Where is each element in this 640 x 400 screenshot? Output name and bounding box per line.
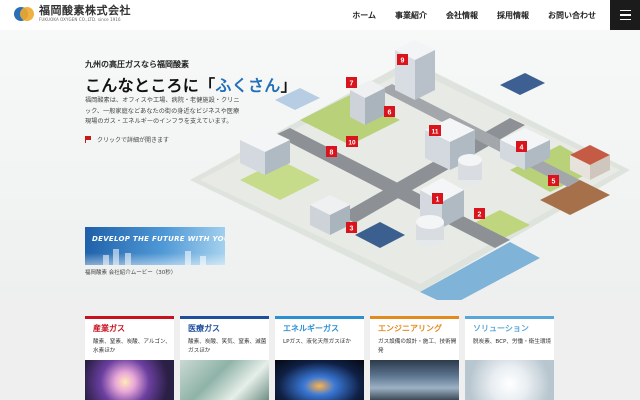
service-title: ソリューション bbox=[473, 324, 529, 333]
map-marker-10[interactable]: 10 bbox=[346, 136, 358, 147]
service-description: 酸素、窒素、炭酸、アルゴン、水素ほか bbox=[93, 339, 171, 354]
map-marker-1[interactable]: 1 bbox=[432, 193, 443, 204]
click-hint: クリックで詳細が開きます bbox=[85, 135, 169, 144]
logo-mark-icon bbox=[14, 6, 36, 21]
menu-line-icon bbox=[619, 18, 631, 20]
service-card-medical-gas[interactable]: 医療ガス 酸素、炭酸、笑気、窒素、滅菌ガスほか bbox=[180, 316, 269, 400]
map-marker-9[interactable]: 9 bbox=[397, 54, 408, 65]
map-marker-8[interactable]: 8 bbox=[326, 146, 337, 157]
video-caption: 福岡酸素 会社紹介ムービー（30秒） bbox=[85, 270, 177, 276]
logo-english-name: FUKUOKA OXYGEN CO.,LTD. since 1916 bbox=[39, 17, 121, 22]
service-description: LPガス、液化天然ガスほか bbox=[283, 339, 352, 345]
gas-flame-photo bbox=[275, 360, 364, 400]
services-section: 産業ガス 酸素、窒素、炭酸、アルゴン、水素ほか 医療ガス 酸素、炭酸、笑気、窒素… bbox=[0, 300, 640, 400]
flag-icon bbox=[85, 136, 91, 143]
service-title: 医療ガス bbox=[188, 324, 220, 333]
service-title: 産業ガス bbox=[93, 324, 125, 333]
video-thumbnail-text: DEVELOP THE FUTURE WITH YOU bbox=[92, 235, 225, 243]
map-marker-7[interactable]: 7 bbox=[346, 77, 357, 88]
map-marker-5[interactable]: 5 bbox=[548, 175, 559, 186]
click-hint-text: クリックで詳細が開きます bbox=[97, 137, 170, 144]
logo-name: 福岡酸素株式会社 bbox=[39, 4, 131, 17]
welding-sparks-photo bbox=[85, 360, 174, 400]
svg-text:3: 3 bbox=[350, 226, 354, 233]
map-marker-11[interactable]: 11 bbox=[429, 125, 441, 136]
dry-ice-photo bbox=[465, 360, 554, 400]
hero-section: 九州の高圧ガスなら福岡酸素 こんなところに「ふくさん」 福岡酸素は、オフィスや工… bbox=[0, 30, 640, 300]
svg-text:9: 9 bbox=[401, 58, 405, 65]
nav-recruit[interactable]: 採用情報 bbox=[497, 10, 529, 21]
service-card-solution[interactable]: ソリューション 脱炭素、BCP、労働・衛生環境 bbox=[465, 316, 554, 400]
service-description: 酸素、炭酸、笑気、窒素、滅菌ガスほか bbox=[188, 339, 267, 354]
svg-text:8: 8 bbox=[330, 150, 334, 157]
svg-text:5: 5 bbox=[552, 179, 556, 186]
service-title: エンジニアリング bbox=[378, 324, 442, 333]
map-marker-2[interactable]: 2 bbox=[474, 208, 485, 219]
service-description: ガス設備の設計・施工、技術開発 bbox=[378, 339, 457, 354]
medical-lab-photo bbox=[180, 360, 269, 400]
nav-business[interactable]: 事業紹介 bbox=[395, 10, 427, 21]
city-illustration: 1 2 3 4 5 6 7 8 9 10 11 bbox=[190, 40, 630, 300]
nav-company[interactable]: 会社情報 bbox=[446, 10, 478, 21]
site-header: 福岡酸素株式会社 FUKUOKA OXYGEN CO.,LTD. since 1… bbox=[0, 0, 640, 30]
svg-text:6: 6 bbox=[388, 110, 392, 117]
company-logo[interactable]: 福岡酸素株式会社 FUKUOKA OXYGEN CO.,LTD. since 1… bbox=[14, 5, 131, 22]
svg-text:4: 4 bbox=[520, 145, 524, 152]
svg-text:2: 2 bbox=[478, 212, 482, 219]
svg-text:7: 7 bbox=[350, 81, 354, 88]
nav-contact[interactable]: お問い合わせ bbox=[548, 10, 596, 21]
svg-text:1: 1 bbox=[436, 197, 440, 204]
service-card-industrial-gas[interactable]: 産業ガス 酸素、窒素、炭酸、アルゴン、水素ほか bbox=[85, 316, 174, 400]
service-description: 脱炭素、BCP、労働・衛生環境 bbox=[473, 339, 552, 345]
menu-line-icon bbox=[619, 14, 631, 16]
hamburger-menu-button[interactable] bbox=[610, 0, 640, 30]
main-nav: ホーム 事業紹介 会社情報 採用情報 お問い合わせ bbox=[333, 0, 596, 30]
map-marker-6[interactable]: 6 bbox=[384, 106, 395, 117]
svg-text:10: 10 bbox=[348, 140, 356, 147]
hero-subtitle: 九州の高圧ガスなら福岡酸素 bbox=[85, 60, 189, 69]
menu-line-icon bbox=[619, 10, 631, 12]
map-marker-4[interactable]: 4 bbox=[516, 141, 527, 152]
company-video-thumbnail[interactable]: DEVELOP THE FUTURE WITH YOU bbox=[85, 227, 225, 265]
service-title: エネルギーガス bbox=[283, 324, 339, 333]
control-monitors-photo bbox=[370, 360, 459, 400]
svg-text:11: 11 bbox=[432, 129, 439, 136]
map-marker-3[interactable]: 3 bbox=[346, 222, 357, 233]
nav-home[interactable]: ホーム bbox=[352, 10, 376, 21]
service-card-energy-gas[interactable]: エネルギーガス LPガス、液化天然ガスほか bbox=[275, 316, 364, 400]
service-card-engineering[interactable]: エンジニアリング ガス設備の設計・施工、技術開発 bbox=[370, 316, 459, 400]
